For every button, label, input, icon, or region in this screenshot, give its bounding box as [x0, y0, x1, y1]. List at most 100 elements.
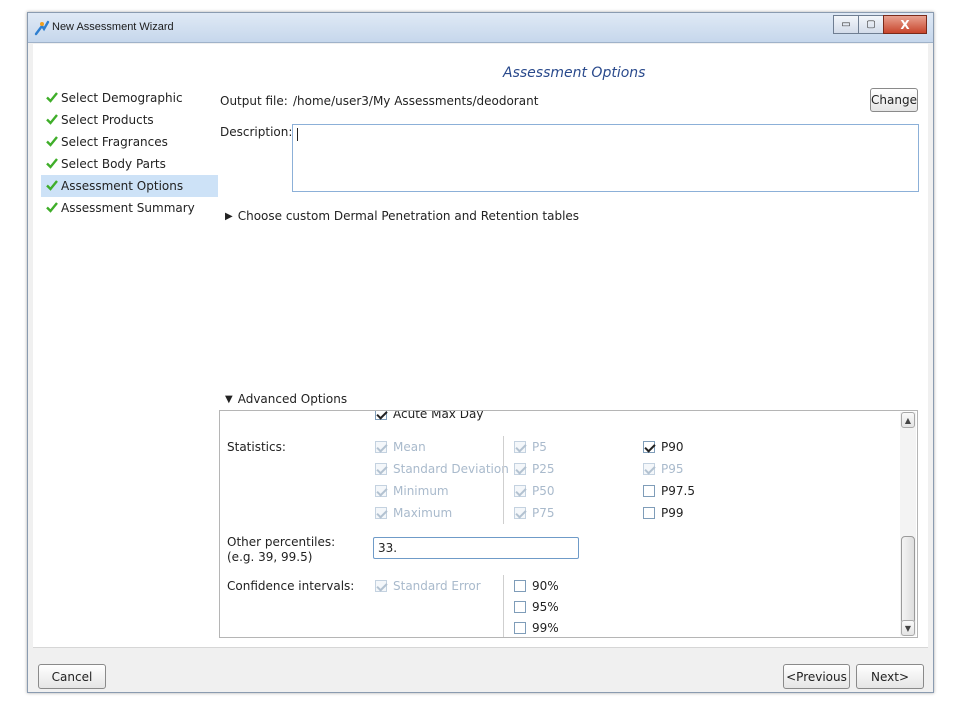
stat-label: P97.5 [661, 484, 695, 498]
scroll-down-arrow-icon[interactable]: ▼ [901, 620, 915, 636]
stat-label: Maximum [393, 506, 453, 520]
dermal-tables-expander[interactable]: ▶ Choose custom Dermal Penetration and R… [225, 209, 579, 223]
checkbox-box[interactable] [375, 485, 387, 497]
title-bar[interactable]: New Assessment Wizard ▭ ▢ X [28, 13, 933, 43]
minimize-button[interactable]: ▭ [833, 15, 859, 34]
statistics-label: Statistics: [227, 440, 286, 454]
stat-p95-checkbox[interactable]: P95 [643, 462, 684, 476]
previous-label: Previous [796, 669, 847, 684]
scroll-up-arrow-icon[interactable]: ▲ [901, 412, 915, 428]
stat-label: P50 [532, 484, 555, 498]
change-button[interactable]: Change [870, 88, 918, 112]
stat-label: Standard Deviation [393, 462, 509, 476]
acute-max-day-checkbox[interactable]: Acute Max Day [375, 411, 483, 421]
cancel-button[interactable]: Cancel [38, 664, 106, 689]
stat-p97-5-checkbox[interactable]: P97.5 [643, 484, 695, 498]
app-icon [34, 20, 50, 36]
output-file-label: Output file: [220, 94, 288, 108]
checkbox-box[interactable] [375, 580, 387, 592]
checkbox-box[interactable] [514, 580, 526, 592]
stat-p99-checkbox[interactable]: P99 [643, 506, 684, 520]
stat-label: Mean [393, 440, 426, 454]
standard-error-label: Standard Error [393, 579, 481, 593]
check-icon [46, 114, 58, 125]
stat-maximum-checkbox[interactable]: Maximum [375, 506, 452, 520]
step-select-body-parts[interactable]: Select Body Parts [41, 153, 218, 175]
other-percentiles-hint: (e.g. 39, 99.5) [227, 550, 313, 564]
stat-p50-checkbox[interactable]: P50 [514, 484, 555, 498]
stat-standard-deviation-checkbox[interactable]: Standard Deviation [375, 462, 509, 476]
steps-list: Select Demographic Select Products Selec… [41, 87, 218, 219]
stat-label: P25 [532, 462, 555, 476]
checkbox-box[interactable] [643, 441, 655, 453]
stat-label: P75 [532, 506, 555, 520]
checkbox-box[interactable] [514, 485, 526, 497]
checkbox-box[interactable] [375, 441, 387, 453]
checkbox-box[interactable] [514, 601, 526, 613]
stat-p25-checkbox[interactable]: P25 [514, 462, 555, 476]
standard-error-checkbox[interactable]: Standard Error [375, 579, 481, 593]
wizard-window: New Assessment Wizard ▭ ▢ X Assessment O… [27, 12, 934, 693]
other-percentiles-input[interactable]: 33. [373, 537, 579, 559]
step-label: Select Products [61, 113, 154, 127]
step-label: Assessment Summary [61, 201, 195, 215]
dermal-tables-label: Choose custom Dermal Penetration and Ret… [237, 209, 580, 223]
column-divider [503, 575, 504, 637]
checkbox-box[interactable] [514, 507, 526, 519]
ci-label: 90% [532, 579, 559, 593]
check-icon [46, 158, 58, 169]
checkbox-box[interactable] [643, 485, 655, 497]
step-label: Select Demographic [61, 91, 183, 105]
scroll-thumb[interactable] [901, 536, 915, 624]
stat-p5-checkbox[interactable]: P5 [514, 440, 547, 454]
check-icon [46, 136, 58, 147]
step-label: Assessment Options [61, 179, 184, 193]
other-percentiles-value: 33. [378, 541, 398, 555]
confidence-intervals-label: Confidence intervals: [227, 579, 355, 593]
other-percentiles-label: Other percentiles: [227, 535, 336, 549]
description-input[interactable] [292, 124, 919, 192]
ci-99-checkbox[interactable]: 99% [514, 621, 559, 635]
checkbox-box[interactable] [514, 622, 526, 634]
checkbox-box[interactable] [643, 507, 655, 519]
advanced-options-expander[interactable]: ▼ Advanced Options [225, 392, 347, 406]
next-button[interactable]: Next> [856, 664, 924, 689]
advanced-options-panel[interactable]: Acute Max Day Statistics: Mean Standard … [219, 410, 918, 638]
step-select-demographic[interactable]: Select Demographic [41, 87, 218, 109]
text-caret [297, 128, 298, 141]
step-label: Select Fragrances [61, 135, 168, 149]
step-select-fragrances[interactable]: Select Fragrances [41, 131, 218, 153]
window-title: New Assessment Wizard [52, 21, 174, 33]
close-button[interactable]: X [883, 15, 927, 34]
ci-95-checkbox[interactable]: 95% [514, 600, 559, 614]
checkbox-box[interactable] [514, 463, 526, 475]
checkbox-box[interactable] [375, 507, 387, 519]
output-file-path: /home/user3/My Assessments/deodorant [293, 94, 539, 108]
maximize-button[interactable]: ▢ [858, 15, 884, 34]
check-icon [46, 180, 58, 191]
stat-label: P95 [661, 462, 684, 476]
page-title: Assessment Options [503, 65, 646, 81]
stat-p90-checkbox[interactable]: P90 [643, 440, 684, 454]
checkbox-box[interactable] [643, 463, 655, 475]
step-assessment-options[interactable]: Assessment Options [41, 175, 218, 197]
check-icon [46, 92, 58, 103]
step-label: Select Body Parts [61, 157, 166, 171]
stat-mean-checkbox[interactable]: Mean [375, 440, 426, 454]
stat-minimum-checkbox[interactable]: Minimum [375, 484, 449, 498]
vertical-scrollbar[interactable]: ▲ ▼ [900, 412, 916, 636]
wizard-client: Assessment Options Select Demographic Se… [33, 44, 928, 689]
stat-label: P5 [532, 440, 547, 454]
checkbox-box[interactable] [514, 441, 526, 453]
ci-90-checkbox[interactable]: 90% [514, 579, 559, 593]
checkbox-box[interactable] [375, 411, 387, 420]
column-divider [503, 436, 504, 524]
description-label: Description: [220, 125, 293, 139]
step-assessment-summary[interactable]: Assessment Summary [41, 197, 218, 219]
expand-arrow-icon: ▶ [225, 210, 233, 222]
stat-p75-checkbox[interactable]: P75 [514, 506, 555, 520]
previous-button[interactable]: < Previous [783, 664, 850, 689]
step-select-products[interactable]: Select Products [41, 109, 218, 131]
checkbox-box[interactable] [375, 463, 387, 475]
check-icon [46, 202, 58, 213]
